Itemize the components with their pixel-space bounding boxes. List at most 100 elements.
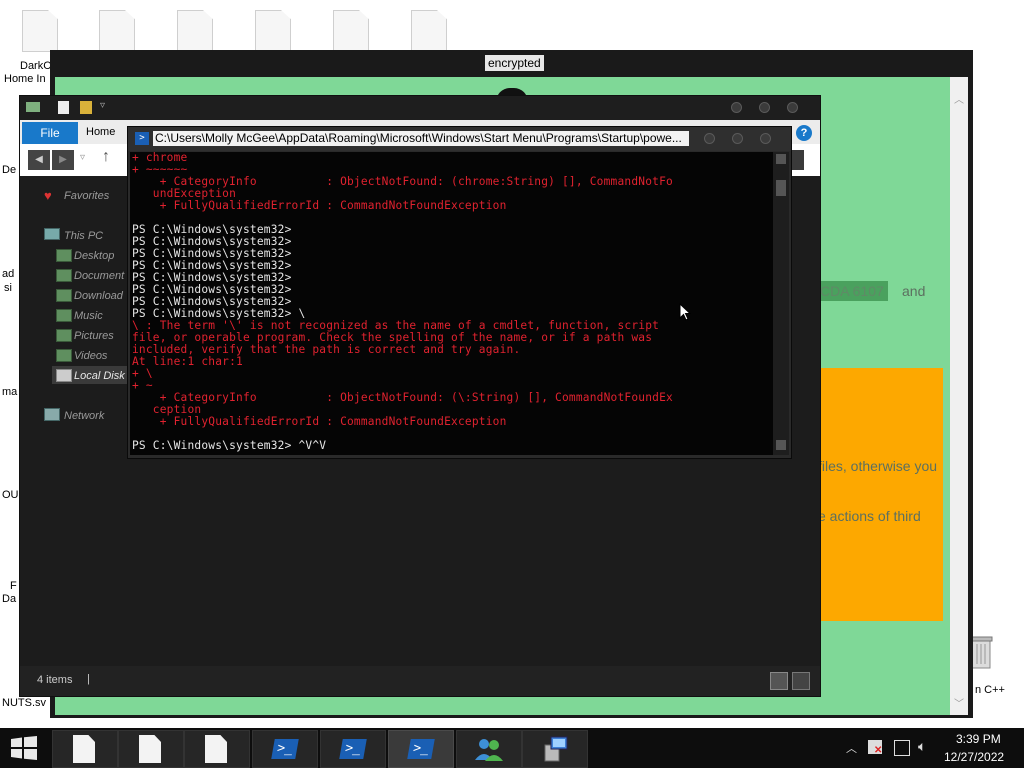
volume-icon[interactable]: 🔈︎ <box>918 738 926 755</box>
quick-access-dropdown-icon[interactable]: ▿ <box>100 100 105 111</box>
network-status-icon[interactable] <box>894 740 910 756</box>
nav-network[interactable]: Network <box>64 410 104 422</box>
music-icon <box>56 309 72 322</box>
mouse-cursor-icon <box>679 302 692 326</box>
taskbar-powershell-button[interactable]: >_ <box>252 730 318 768</box>
powershell-icon: > <box>135 132 149 145</box>
minimize-button[interactable] <box>704 133 715 144</box>
clock-date[interactable]: 12/27/2022 <box>944 750 1004 764</box>
notice-panel <box>815 368 943 621</box>
new-folder-icon[interactable] <box>80 101 92 114</box>
desktop-file-icon[interactable] <box>255 10 291 52</box>
details-view-icon[interactable] <box>770 672 788 690</box>
scroll-up-icon[interactable]: ︿ <box>954 91 964 106</box>
close-button[interactable] <box>760 133 771 144</box>
tab-home[interactable]: Home <box>86 126 115 138</box>
downloads-icon <box>56 289 72 302</box>
scroll-down-icon[interactable]: ﹀ <box>954 695 964 710</box>
pictures-icon <box>56 329 72 342</box>
clock-time[interactable]: 3:39 PM <box>956 732 1001 746</box>
desktop-icon-label[interactable]: DarkC <box>20 60 51 72</box>
desktop-file-icon[interactable] <box>333 10 369 52</box>
file-icon <box>73 735 95 763</box>
desktop-file-icon[interactable] <box>177 10 213 52</box>
minimize-button[interactable] <box>731 102 742 113</box>
forward-button[interactable]: ▶ <box>52 150 74 170</box>
up-button[interactable]: ↑ <box>102 148 110 166</box>
powershell-icon: >_ <box>339 739 367 759</box>
highlighted-code: CDA 6107 <box>816 281 888 301</box>
taskbar-powershell-button[interactable]: >_ <box>388 730 454 768</box>
back-button[interactable]: ◀ <box>28 150 50 170</box>
close-button[interactable] <box>787 102 798 113</box>
start-button[interactable] <box>10 736 40 760</box>
desktop-icon-label[interactable]: ad <box>2 268 14 280</box>
scroll-thumb[interactable] <box>776 180 786 196</box>
desktop-icon-label[interactable]: OU <box>2 489 19 501</box>
powershell-window: > C:\Users\Molly McGee\AppData\Roaming\M… <box>127 126 792 459</box>
status-separator: | <box>87 673 90 685</box>
console-line: PS C:\Windows\system32> ^V^V <box>132 439 327 452</box>
folder-icon[interactable] <box>26 102 40 112</box>
console-line: + FullyQualifiedErrorId : CommandNotFoun… <box>132 199 507 212</box>
nav-local-disk[interactable]: Local Disk <box>74 370 125 382</box>
page-text: e actions of third <box>818 508 921 524</box>
desktop-file-icon[interactable] <box>22 10 58 52</box>
help-icon[interactable]: ? <box>796 125 812 141</box>
nav-favorites[interactable]: Favorites <box>64 190 109 202</box>
nav-pictures[interactable]: Pictures <box>74 330 114 342</box>
window-title: encrypted <box>485 55 544 71</box>
maximize-button[interactable] <box>759 102 770 113</box>
nav-desktop[interactable]: Desktop <box>74 250 114 262</box>
file-icon <box>139 735 161 763</box>
desktop-file-icon[interactable] <box>99 10 135 52</box>
desktop-icon-label[interactable]: n C++ <box>975 684 1005 696</box>
nav-this-pc[interactable]: This PC <box>64 230 103 242</box>
show-hidden-icons-icon[interactable]: ︿ <box>846 740 857 756</box>
action-center-icon[interactable]: ✕ <box>868 740 882 756</box>
desktop-icon-label[interactable]: NUTS.sv <box>2 697 46 709</box>
explorer-titlebar[interactable]: ▿ <box>20 96 820 120</box>
taskbar-file-button[interactable] <box>184 730 250 768</box>
windows-logo-icon <box>11 736 37 760</box>
properties-icon[interactable] <box>58 101 69 114</box>
scroll-down-icon[interactable] <box>776 440 786 450</box>
search-box[interactable] <box>790 150 804 170</box>
desktop-icon-label[interactable]: F <box>10 580 17 592</box>
status-bar: 4 items | <box>20 666 820 696</box>
tab-file[interactable]: File <box>22 122 78 144</box>
console-line: + CategoryInfo : ObjectNotFound: (\:Stri… <box>132 391 673 404</box>
desktop-file-icon[interactable] <box>411 10 447 52</box>
taskbar-file-button[interactable] <box>52 730 118 768</box>
powershell-titlebar[interactable]: > C:\Users\Molly McGee\AppData\Roaming\M… <box>128 127 791 151</box>
nav-documents[interactable]: Document <box>74 270 124 282</box>
desktop-icon <box>56 249 72 262</box>
console-scrollbar[interactable] <box>773 152 789 455</box>
documents-icon <box>56 269 72 282</box>
taskbar-powershell-button[interactable]: >_ <box>320 730 386 768</box>
powershell-icon: >_ <box>271 739 299 759</box>
taskbar-users-button[interactable] <box>456 730 522 768</box>
powershell-icon: >_ <box>407 739 435 759</box>
taskbar: >_ >_ >_ ︿ ✕ 🔈︎ 3:39 PM 12/27/2022 <box>0 728 1024 768</box>
desktop-icon-label[interactable]: Da <box>2 593 16 605</box>
item-count: 4 items <box>37 674 73 686</box>
nav-music[interactable]: Music <box>74 310 103 322</box>
nav-downloads[interactable]: Download <box>74 290 123 302</box>
desktop-icon-label[interactable]: si <box>4 282 12 294</box>
installer-icon <box>544 736 568 762</box>
console-output[interactable]: + chrome + ~~~~~~ + CategoryInfo : Object… <box>130 152 773 455</box>
taskbar-file-button[interactable] <box>118 730 184 768</box>
scroll-up-icon[interactable] <box>776 154 786 164</box>
page-text: and <box>902 283 926 299</box>
large-icons-view-icon[interactable] <box>792 672 810 690</box>
desktop-icon-label[interactable]: ma <box>2 386 17 398</box>
vertical-scrollbar[interactable]: ︿ ﹀ <box>950 77 968 715</box>
maximize-button[interactable] <box>732 133 743 144</box>
nav-videos[interactable]: Videos <box>74 350 107 362</box>
taskbar-installer-button[interactable] <box>522 730 588 768</box>
desktop-icon-label[interactable]: De <box>2 164 16 176</box>
desktop-icon-label[interactable]: Home In <box>4 73 46 85</box>
recent-locations-icon[interactable]: ▿ <box>80 152 85 163</box>
computer-icon <box>44 228 60 240</box>
